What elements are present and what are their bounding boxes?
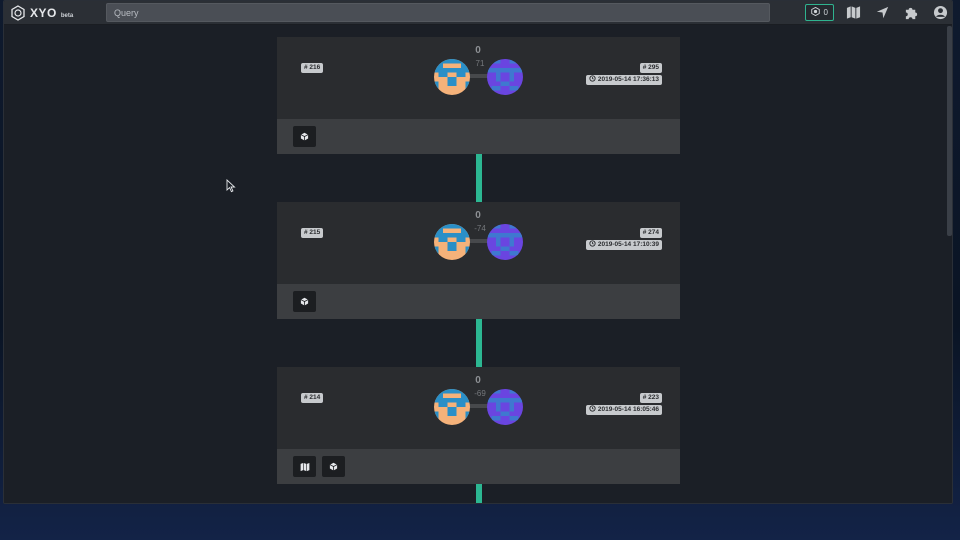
block-card-header: # 214 0 -69 # 223 2019-05-14 16:05:46 — [277, 367, 680, 449]
node-count-button[interactable]: 0 — [804, 4, 834, 21]
block-card-actions — [277, 284, 680, 319]
scrollbar[interactable] — [947, 26, 952, 236]
puzzle-icon[interactable] — [902, 3, 921, 22]
heading-value: 0 — [475, 45, 481, 56]
history-icon — [589, 74, 596, 86]
rssi-value: 71 — [475, 59, 485, 68]
map-icon[interactable] — [844, 3, 863, 22]
xyo-logo-icon — [10, 5, 26, 21]
block-index-tag: # 216 — [301, 63, 324, 73]
chain-connector — [476, 319, 482, 367]
timestamp-tag: 2019-05-14 17:10:39 — [585, 239, 662, 251]
sentinel-avatar[interactable] — [434, 59, 470, 95]
timestamp-text: 2019-05-14 17:10:39 — [597, 241, 659, 248]
peer-avatar[interactable] — [487, 59, 523, 95]
block-index-tag: # 214 — [301, 393, 324, 403]
logo[interactable]: XYO beta — [10, 4, 73, 22]
sentinel-avatar[interactable] — [434, 389, 470, 425]
block-card[interactable]: # 215 0 -74 # 274 2019-05-14 17:10:39 — [277, 202, 680, 319]
timestamp-text: 2019-05-14 16:05:46 — [597, 406, 659, 413]
block-card[interactable]: # 214 0 -69 # 223 2019-05-14 16:05:46 — [277, 367, 680, 484]
block-card-header: # 216 0 71 # 295 2019-05-14 17:36:13 — [277, 37, 680, 119]
block-card-actions — [277, 449, 680, 484]
top-navbar: XYO beta 0 — [4, 1, 952, 25]
timestamp-text: 2019-05-14 17:36:13 — [597, 76, 659, 83]
heading-value: 0 — [475, 375, 481, 386]
chain-connector — [476, 154, 482, 202]
timestamp-tag: 2019-05-14 17:36:13 — [585, 74, 662, 86]
mouse-cursor-icon — [226, 178, 236, 198]
block-chain-view: # 216 0 71 # 295 2019-05-14 17:36:13 # 2… — [4, 26, 952, 503]
peer-index-tag: # 223 — [639, 393, 662, 403]
rssi-value: -69 — [474, 389, 486, 398]
sentinel-avatar[interactable] — [434, 224, 470, 260]
block-index-tag: # 215 — [301, 228, 324, 238]
logo-text: XYO — [30, 6, 57, 20]
node-count: 0 — [823, 8, 828, 17]
heading-value: 0 — [475, 210, 481, 221]
peer-index-tag: # 274 — [639, 228, 662, 238]
beta-badge: beta — [60, 12, 74, 19]
history-icon — [589, 404, 596, 416]
search-input[interactable] — [106, 3, 770, 22]
history-icon — [589, 239, 596, 251]
block-card-header: # 215 0 -74 # 274 2019-05-14 17:10:39 — [277, 202, 680, 284]
cube-icon[interactable] — [293, 291, 316, 312]
peer-avatar[interactable] — [487, 389, 523, 425]
hex-node-icon — [810, 6, 820, 18]
block-card[interactable]: # 216 0 71 # 295 2019-05-14 17:36:13 — [277, 37, 680, 154]
block-card-actions — [277, 119, 680, 154]
cube-icon[interactable] — [322, 456, 345, 477]
cube-icon[interactable] — [293, 126, 316, 147]
map-icon[interactable] — [293, 456, 316, 477]
location-arrow-icon[interactable] — [873, 3, 892, 22]
peer-index-tag: # 295 — [639, 63, 662, 73]
peer-avatar[interactable] — [487, 224, 523, 260]
user-circle-icon[interactable] — [931, 3, 950, 22]
nav-actions: 0 — [804, 3, 950, 22]
rssi-value: -74 — [474, 224, 486, 233]
timestamp-tag: 2019-05-14 16:05:46 — [585, 404, 662, 416]
chain-connector — [476, 484, 482, 503]
app-window: XYO beta 0 — [3, 0, 953, 504]
